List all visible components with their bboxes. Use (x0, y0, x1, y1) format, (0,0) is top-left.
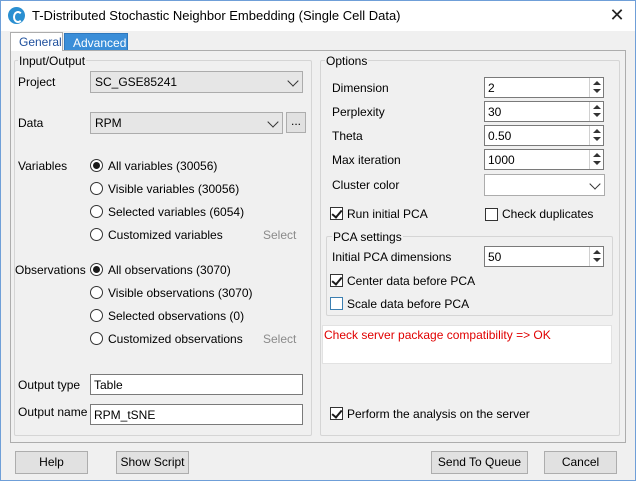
run-initial-pca-checkbox[interactable] (330, 207, 343, 220)
title-bar[interactable]: T-Distributed Stochastic Neighbor Embedd… (1, 1, 635, 31)
radio-all-variables[interactable] (90, 159, 103, 172)
data-label: Data (18, 116, 44, 130)
center-data-checkbox[interactable] (330, 274, 343, 287)
cluster-color-label: Cluster color (332, 178, 400, 192)
close-icon[interactable]: ✕ (603, 4, 631, 26)
radio-visible-variables[interactable] (90, 182, 103, 195)
project-label: Project (18, 75, 56, 89)
dimension-label: Dimension (332, 81, 389, 95)
dimension-value: 2 (488, 81, 495, 95)
arrow-up-icon[interactable] (593, 105, 601, 109)
select-observations-link[interactable]: Select (263, 332, 296, 346)
arrow-up-icon[interactable] (593, 81, 601, 85)
radio-customized-observations[interactable] (90, 332, 103, 345)
radio-selected-variables-label: Selected variables (6054) (108, 205, 245, 219)
scale-data-label: Scale data before PCA (347, 297, 470, 311)
dialog-window: T-Distributed Stochastic Neighbor Embedd… (0, 0, 636, 481)
check-duplicates-checkbox[interactable] (485, 208, 498, 221)
cancel-button[interactable]: Cancel (544, 451, 617, 474)
theta-label: Theta (332, 129, 363, 143)
perplexity-spinner[interactable]: 30 (484, 101, 604, 122)
data-dropdown[interactable]: RPM (90, 112, 283, 134)
radio-selected-observations-label: Selected observations (0) (108, 309, 245, 323)
status-message: Check server package compatibility => OK (324, 328, 551, 342)
arrow-up-icon[interactable] (593, 250, 601, 254)
radio-selected-observations[interactable] (90, 309, 103, 322)
input-output-title: Input/Output (18, 54, 87, 68)
browse-data-button[interactable]: ... (286, 112, 306, 133)
theta-value: 0.50 (488, 129, 512, 143)
arrow-down-icon[interactable] (593, 258, 601, 262)
radio-all-observations-label: All observations (3070) (108, 263, 231, 277)
observations-label: Observations (15, 263, 86, 277)
perplexity-stepper[interactable] (589, 102, 603, 121)
output-name-field[interactable]: RPM_tSNE (90, 404, 303, 425)
radio-customized-variables[interactable] (90, 228, 103, 241)
radio-customized-observations-label: Customized observations (108, 332, 243, 346)
status-message-box: Check server package compatibility => OK (322, 325, 612, 364)
show-script-button[interactable]: Show Script (116, 451, 189, 474)
scale-data-checkbox[interactable] (330, 297, 343, 310)
initial-pca-dimensions-label: Initial PCA dimensions (332, 250, 452, 264)
theta-spinner[interactable]: 0.50 (484, 125, 604, 146)
output-name-label: Output name (18, 405, 88, 419)
cluster-color-dropdown[interactable] (484, 174, 605, 196)
dimension-spinner[interactable]: 2 (484, 77, 604, 98)
app-logo-icon (8, 7, 25, 24)
max-iteration-label: Max iteration (332, 153, 401, 167)
theta-stepper[interactable] (589, 126, 603, 145)
initial-pca-dimensions-stepper[interactable] (589, 247, 603, 266)
dimension-stepper[interactable] (589, 78, 603, 97)
project-value: SC_GSE85241 (95, 75, 178, 89)
radio-customized-variables-label: Customized variables (108, 228, 223, 242)
initial-pca-dimensions-spinner[interactable]: 50 (484, 246, 604, 267)
chevron-down-icon (589, 178, 601, 190)
arrow-down-icon[interactable] (593, 89, 601, 93)
chevron-down-icon (287, 75, 299, 87)
output-type-value: Table (94, 378, 123, 392)
run-on-server-checkbox[interactable] (330, 407, 343, 420)
radio-all-observations[interactable] (90, 263, 103, 276)
perplexity-value: 30 (488, 105, 502, 119)
check-duplicates-label: Check duplicates (502, 207, 594, 221)
chevron-down-icon (267, 116, 279, 128)
output-name-value: RPM_tSNE (94, 408, 156, 422)
help-button[interactable]: Help (15, 451, 88, 474)
initial-pca-dimensions-value: 50 (488, 250, 502, 264)
center-data-label: Center data before PCA (347, 274, 476, 288)
max-iteration-stepper[interactable] (589, 150, 603, 169)
pca-settings-title: PCA settings (332, 230, 403, 244)
output-type-field[interactable]: Table (90, 374, 303, 395)
max-iteration-spinner[interactable]: 1000 (484, 149, 604, 170)
max-iteration-value: 1000 (488, 153, 515, 167)
select-variables-link[interactable]: Select (263, 228, 296, 242)
arrow-down-icon[interactable] (593, 113, 601, 117)
run-initial-pca-label: Run initial PCA (347, 207, 428, 221)
arrow-up-icon[interactable] (593, 129, 601, 133)
send-to-queue-button[interactable]: Send To Queue (431, 451, 528, 474)
radio-visible-variables-label: Visible variables (30056) (108, 182, 240, 196)
window-title: T-Distributed Stochastic Neighbor Embedd… (32, 8, 401, 23)
variables-label: Variables (18, 159, 68, 173)
output-type-label: Output type (18, 378, 81, 392)
run-on-server-label: Perform the analysis on the server (347, 407, 530, 421)
radio-visible-observations[interactable] (90, 286, 103, 299)
radio-selected-variables[interactable] (90, 205, 103, 218)
tab-general[interactable]: General (10, 32, 63, 51)
arrow-down-icon[interactable] (593, 161, 601, 165)
arrow-up-icon[interactable] (593, 153, 601, 157)
project-dropdown[interactable]: SC_GSE85241 (90, 71, 303, 93)
radio-visible-observations-label: Visible observations (3070) (108, 286, 253, 300)
arrow-down-icon[interactable] (593, 137, 601, 141)
radio-all-variables-label: All variables (30056) (108, 159, 218, 173)
perplexity-label: Perplexity (332, 105, 385, 119)
options-title: Options (325, 54, 369, 68)
data-value: RPM (95, 116, 122, 130)
